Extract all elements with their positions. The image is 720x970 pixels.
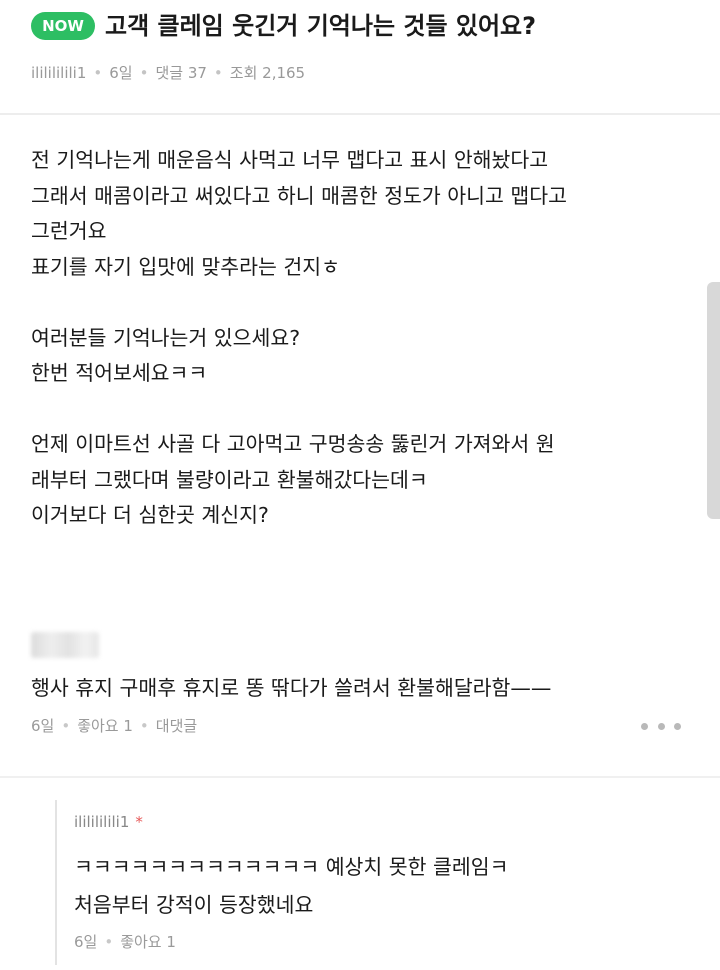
comment-divider [0,776,720,778]
reply-text-line: 처음부터 강적이 등장했네요 [74,893,314,917]
post-body-line: 이거보다 더 심한곳 계신지? [31,503,269,527]
post-author[interactable]: ililililili1 [31,64,86,82]
comment-time: 6일 [31,717,55,735]
post-body-line: 전 기억나는게 매운음식 사먹고 너무 맵다고 표시 안해놨다고 [31,148,549,172]
post-title: 고객 클레임 웃긴거 기억나는 것들 있어요? [105,12,537,40]
blurred-username [31,632,99,658]
post-comment-count[interactable]: 댓글 37 [155,64,206,82]
post-body: 전 기억나는게 매운음식 사먹고 너무 맵다고 표시 안해놨다고 그래서 매콤이… [31,143,701,534]
reply-text: ㅋㅋㅋㅋㅋㅋㅋㅋㅋㅋㅋㅋㅋ 예상치 못한 클레임ㅋ 처음부터 강적이 등장했네요 [74,848,508,924]
meta-separator: • [139,64,149,82]
ellipsis-horizontal-icon[interactable] [641,716,681,736]
reply-item: ililililili1 * ㅋㅋㅋㅋㅋㅋㅋㅋㅋㅋㅋㅋㅋ 예상치 못한 클레임ㅋ … [55,800,707,965]
post-body-line: 표기를 자기 입맛에 맞추라는 건지ㅎ [31,254,340,279]
reply-author: ililililili1 * [74,813,143,831]
meta-separator: • [93,64,103,82]
post-body-line: 래부터 그랬다며 불량이라고 환불해갔다는데ㅋ [31,467,428,492]
post-body-line: 그런거요 [31,219,107,243]
comment-text: 행사 휴지 구매후 휴지로 똥 딲다가 쓸려서 환불해달라함—— [31,676,552,700]
post-meta: ililililili1 • 6일 • 댓글 37 • 조회 2,165 [31,63,305,83]
dot-icon [641,722,648,730]
reply-like-button[interactable]: 좋아요 1 [120,933,176,951]
post-header: NOW 고객 클레임 웃긴거 기억나는 것들 있어요? ililililili1… [0,0,720,113]
reply-time: 6일 [74,933,98,951]
post-view-count: 조회 2,165 [229,64,306,82]
scrollbar-thumb[interactable] [707,282,720,519]
author-mark: * [135,813,143,831]
reply-text-line: ㅋㅋㅋㅋㅋㅋㅋㅋㅋㅋㅋㅋㅋ 예상치 못한 클레임ㅋ [74,855,509,879]
meta-separator: • [213,64,223,82]
now-badge: NOW [31,12,95,40]
reply-author-name[interactable]: ililililili1 [74,813,129,831]
post-body-line: 그래서 매콤이라고 써있다고 하니 매콤한 정도가 아니고 맵다고 [31,183,567,208]
post-body-line: 여러분들 기억나는거 있으세요? [31,325,301,350]
reply-meta: 6일 • 좋아요 1 [74,932,176,952]
comment-like-button[interactable]: 좋아요 1 [77,717,133,735]
comment-meta: 6일 • 좋아요 1 • 대댓글 [31,716,197,736]
dot-icon [657,722,665,730]
post-time: 6일 [109,64,133,82]
header-divider [0,113,720,115]
meta-separator: • [61,717,71,735]
post-body-line: 언제 이마트선 사골 다 고아먹고 구멍송송 뚫린거 가져와서 원 [31,432,555,456]
comment-reply-button[interactable]: 대댓글 [156,717,197,735]
post-body-line: 한번 적어보세요ㅋㅋ [31,361,208,385]
dot-icon [674,722,681,730]
meta-separator: • [139,717,149,735]
meta-separator: • [104,933,114,951]
